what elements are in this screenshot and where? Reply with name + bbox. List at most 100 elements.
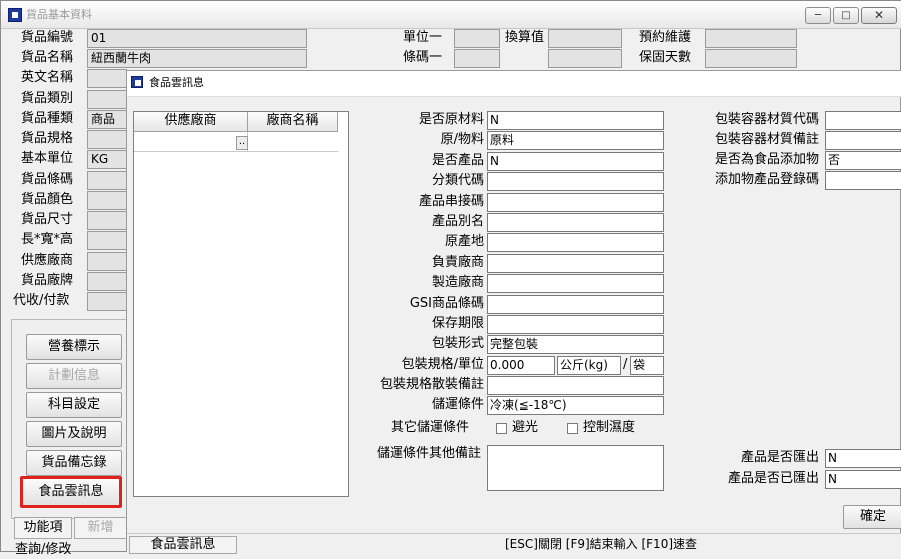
container-material-code-label: 包裝容器材質代碼	[714, 112, 819, 127]
dialog-field-value[interactable]	[487, 172, 664, 192]
left-field-label: 貨品尺寸	[21, 212, 74, 227]
dialog-field-value[interactable]: 完整包裝	[487, 335, 664, 355]
tab-add[interactable]: 新增	[74, 517, 127, 539]
pack-spec-label: 包裝規格/單位	[401, 357, 484, 372]
left-field-value[interactable]	[87, 211, 127, 230]
supplier-grid: 供應廠商 廠商名稱 ..	[133, 111, 349, 497]
left-field-value[interactable]	[87, 130, 127, 149]
left-field-value[interactable]: 紐西蘭牛肉	[87, 49, 307, 68]
container-material-note-label: 包裝容器材質備註	[714, 132, 819, 147]
product-export-field[interactable]: N	[825, 449, 901, 468]
confirm-button[interactable]: 確定	[843, 505, 901, 529]
avoid-light-checkbox[interactable]	[496, 423, 507, 434]
maximize-button[interactable]: □	[833, 7, 859, 24]
left-field-label: 貨品規格	[21, 131, 74, 146]
storage-note-field[interactable]	[487, 445, 664, 491]
left-field-value[interactable]	[87, 69, 127, 88]
status-bar: 食品雲訊息 [ESC]關閉 [F9]結束輸入 [F10]速查	[127, 533, 901, 554]
side-button[interactable]: 圖片及說明	[26, 421, 122, 447]
left-field-value[interactable]	[87, 272, 127, 291]
left-field-label: 貨品條碼	[21, 172, 74, 187]
side-button[interactable]: 貨品備忘錄	[26, 450, 122, 476]
main-window-title: 貨品基本資料	[26, 8, 92, 21]
dialog-field-value[interactable]	[487, 294, 664, 314]
container-material-code-field[interactable]	[825, 111, 901, 130]
pack-spec-unit-field[interactable]: 公斤(kg)	[557, 356, 621, 375]
dialog-field-value[interactable]	[487, 253, 664, 273]
grid-header-supplier[interactable]: 供應廠商	[134, 112, 248, 132]
food-additive-field[interactable]: 否	[825, 151, 901, 170]
left-field-value[interactable]: 01	[87, 29, 307, 48]
product-exported-field[interactable]: N	[825, 470, 901, 489]
bulk-note-field[interactable]	[487, 376, 664, 395]
dialog-field-label: 產品別名	[431, 214, 484, 229]
barcode-one-label: 條碼一	[403, 50, 443, 65]
storage-field[interactable]: 冷凍(≦-18℃)	[487, 396, 664, 415]
conversion-label: 換算值	[505, 30, 545, 45]
side-button[interactable]: 營養標示	[26, 334, 122, 360]
product-exported-label: 產品是否已匯出	[727, 471, 819, 486]
left-field-value[interactable]: 商品	[87, 110, 127, 129]
left-field-label: 貨品類別	[21, 91, 74, 106]
additive-registration-field[interactable]	[825, 171, 901, 190]
grid-cell-supplier-name[interactable]	[248, 132, 338, 152]
left-field-value[interactable]	[87, 252, 127, 271]
side-button[interactable]: 計劃信息	[26, 363, 122, 389]
storage-note-label: 儲運條件其他備註	[376, 446, 481, 461]
tab-function-items[interactable]: 功能項	[14, 517, 72, 539]
warranty-days-field[interactable]	[705, 49, 797, 68]
left-field-value[interactable]	[87, 171, 127, 190]
grid-cell-supplier[interactable]	[134, 132, 248, 152]
grid-header-supplier-name[interactable]: 廠商名稱	[248, 112, 338, 132]
reservation-field[interactable]	[705, 29, 797, 48]
unit-one-label: 單位一	[403, 30, 443, 45]
dialog-field-value[interactable]	[487, 213, 664, 232]
left-field-label: 貨品編號	[21, 30, 74, 45]
avoid-light-label: 避光	[512, 420, 539, 435]
dialog-field-value[interactable]: N	[487, 111, 664, 130]
app-icon	[8, 8, 22, 22]
minimize-button[interactable]: ─	[805, 7, 831, 24]
query-modify-label[interactable]: 查詢/修改	[15, 541, 71, 559]
container-material-note-field[interactable]	[825, 131, 901, 150]
dialog-field-value[interactable]: 原料	[487, 131, 664, 151]
control-humidity-checkbox[interactable]	[567, 423, 578, 434]
close-button[interactable]: ✕	[861, 7, 897, 24]
side-button[interactable]: 科目設定	[26, 392, 122, 418]
left-field-label: 英文名稱	[21, 70, 74, 85]
side-button[interactable]: 食品雲訊息	[20, 476, 122, 508]
barcode-one-field[interactable]	[454, 49, 500, 68]
dialog-field-value[interactable]	[487, 315, 664, 334]
dialog-field-label: 保存期限	[431, 316, 484, 331]
lookup-ellipsis-button[interactable]: ..	[236, 136, 248, 150]
pack-spec-extra-field[interactable]: 袋	[630, 356, 664, 375]
conversion-field[interactable]	[548, 29, 622, 48]
bulk-note-label: 包裝規格散裝備註	[379, 377, 484, 392]
pack-spec-qty-field[interactable]: 0.000	[487, 356, 555, 375]
unit-one-field[interactable]	[454, 29, 500, 48]
barcode-one-extra-field[interactable]	[548, 49, 622, 68]
warranty-days-label: 保固天數	[639, 50, 692, 65]
left-field-value[interactable]	[87, 292, 127, 311]
dialog-field-label: 是否原材料	[418, 112, 484, 127]
left-field-value[interactable]: KG	[87, 150, 127, 169]
dialog-field-value[interactable]: N	[487, 151, 664, 171]
left-field-label: 貨品廠牌	[21, 273, 74, 288]
dialog-field-value[interactable]	[487, 274, 664, 294]
table-row[interactable]: ..	[134, 132, 338, 152]
reservation-label: 預約維護	[639, 30, 692, 45]
dialog-field-value[interactable]	[487, 192, 664, 212]
dialog-field-label: 負責廠商	[431, 254, 484, 270]
control-humidity-label: 控制濕度	[583, 420, 636, 435]
left-field-label: 貨品種類	[21, 111, 74, 126]
status-tab[interactable]: 食品雲訊息	[129, 536, 237, 554]
left-field-value[interactable]	[87, 90, 127, 109]
left-field-value[interactable]	[87, 231, 127, 250]
status-hint: [ESC]關閉 [F9]結束輸入 [F10]速查	[505, 537, 698, 551]
dialog-field-label: 原/物料	[440, 132, 484, 148]
left-field-value[interactable]	[87, 191, 127, 210]
dialog-field-value[interactable]	[487, 233, 664, 253]
dialog-title: 食品雲訊息	[149, 76, 204, 89]
left-field-label: 基本單位	[21, 151, 74, 166]
pack-spec-separator: /	[623, 357, 628, 372]
